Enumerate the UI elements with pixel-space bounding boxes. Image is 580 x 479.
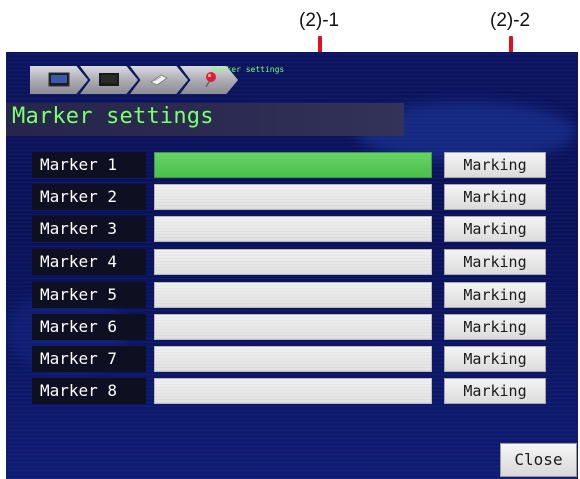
marker-row: Marker 4 Marking <box>32 249 572 275</box>
page-title: Marker settings <box>12 104 214 129</box>
marker-row: Marker 5 Marking <box>32 282 572 308</box>
marking-button[interactable]: Marking <box>444 152 546 178</box>
marker-row: Marker 1 Marking <box>32 152 572 178</box>
breadcrumb-step-screen[interactable] <box>80 66 138 94</box>
marker-value-field[interactable] <box>154 378 432 404</box>
marking-button[interactable]: Marking <box>444 282 546 308</box>
marker-label: Marker 3 <box>32 216 146 242</box>
marker-label: Marker 8 <box>32 378 146 404</box>
marker-label: Marker 1 <box>32 152 146 178</box>
marker-label: Marker 5 <box>32 282 146 308</box>
close-button[interactable]: Close <box>500 443 577 477</box>
marker-row: Marker 6 Marking <box>32 314 572 340</box>
marker-value-field[interactable] <box>154 184 432 210</box>
marking-button[interactable]: Marking <box>444 249 546 275</box>
marker-row: Marker 7 Marking <box>32 346 572 372</box>
marker-row: Marker 8 Marking <box>32 378 572 404</box>
device-screen: Marker settings Marker settings Marker 1… <box>6 52 578 479</box>
marker-row: Marker 3 Marking <box>32 216 572 242</box>
document-icon <box>150 74 168 86</box>
breadcrumb-step-document[interactable] <box>130 66 188 94</box>
marker-row: Marker 2 Marking <box>32 184 572 210</box>
marker-label: Marker 6 <box>32 314 146 340</box>
marker-label: Marker 7 <box>32 346 146 372</box>
marker-value-field[interactable] <box>154 346 432 372</box>
breadcrumb-step-monitor[interactable] <box>30 66 88 94</box>
breadcrumb-title: Marker settings <box>212 65 285 74</box>
monitor-icon <box>48 72 70 87</box>
marker-label: Marker 4 <box>32 249 146 275</box>
marking-button[interactable]: Marking <box>444 314 546 340</box>
breadcrumb: Marker settings <box>30 62 320 96</box>
marking-button[interactable]: Marking <box>444 378 546 404</box>
marker-value-field[interactable] <box>154 216 432 242</box>
marker-value-field[interactable] <box>154 152 432 178</box>
marker-value-field[interactable] <box>154 282 432 308</box>
marker-value-field[interactable] <box>154 249 432 275</box>
marking-button[interactable]: Marking <box>444 346 546 372</box>
marking-button[interactable]: Marking <box>444 216 546 242</box>
callout-label-1: (2)-1 <box>299 10 340 31</box>
marker-value-field[interactable] <box>154 314 432 340</box>
marking-button[interactable]: Marking <box>444 184 546 210</box>
callout-label-2: (2)-2 <box>490 10 531 31</box>
screen-icon <box>99 73 119 86</box>
marker-label: Marker 2 <box>32 184 146 210</box>
